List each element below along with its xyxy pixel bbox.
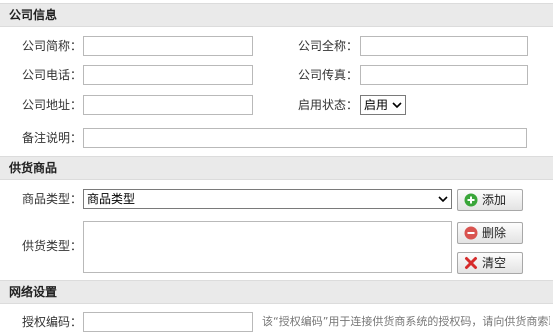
clear-button-label: 清空 (482, 256, 507, 270)
phone-input[interactable] (83, 65, 253, 85)
full-name-label: 公司全称： (297, 39, 358, 53)
minus-circle-icon (464, 226, 478, 240)
chevron-down-icon (392, 102, 402, 109)
delete-button[interactable]: 删除 (457, 222, 523, 244)
section-header-network: 网络设置 (0, 280, 553, 304)
section-header-company-info: 公司信息 (0, 3, 553, 27)
goods-type-select[interactable]: 商品类型 (83, 189, 452, 209)
delete-button-label: 删除 (482, 226, 507, 240)
auth-code-hint: 该“授权编码”用于连接供货商系统的授权码，请向供货商索取。 (262, 315, 550, 328)
section-header-supply-goods: 供货商品 (0, 156, 553, 180)
status-select[interactable]: 启用 (360, 95, 406, 115)
auth-code-input[interactable] (83, 312, 253, 332)
goods-type-label: 商品类型： (21, 192, 82, 206)
remark-input[interactable] (83, 128, 527, 148)
red-x-icon (465, 257, 477, 269)
address-input[interactable] (83, 95, 253, 115)
add-button-label: 添加 (482, 193, 507, 207)
address-label: 公司地址： (21, 98, 82, 112)
supply-type-label: 供货类型： (21, 239, 82, 253)
chevron-down-icon (438, 196, 448, 203)
status-label: 启用状态： (297, 98, 358, 112)
fax-input[interactable] (360, 65, 528, 85)
phone-label: 公司电话： (21, 68, 82, 82)
fax-label: 公司传真： (297, 68, 358, 82)
auth-code-label: 授权编码： (21, 315, 82, 329)
goods-type-select-value: 商品类型 (87, 192, 136, 206)
add-button[interactable]: 添加 (457, 189, 523, 211)
short-name-input[interactable] (83, 36, 253, 56)
full-name-input[interactable] (360, 36, 528, 56)
status-select-value: 启用 (364, 98, 389, 112)
supply-type-list[interactable] (83, 221, 452, 273)
remark-label: 备注说明： (21, 131, 82, 145)
clear-button[interactable]: 清空 (457, 252, 523, 274)
plus-circle-icon (464, 193, 478, 207)
short-name-label: 公司简称： (21, 39, 82, 53)
